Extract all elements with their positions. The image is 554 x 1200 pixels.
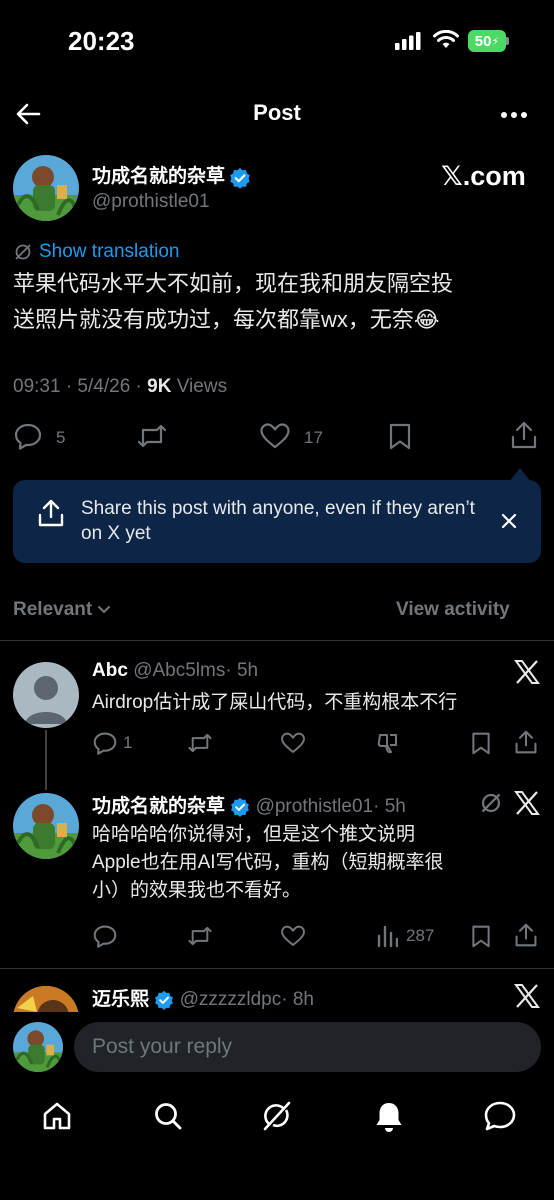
analytics-icon[interactable] [376,924,398,948]
cellular-signal-icon [395,32,421,50]
post-text-line: 苹果代码水平大不如前，现在我和朋友隔空投 [13,271,454,296]
reply-author-handle[interactable]: @zzzzzldpc [180,989,282,1010]
bookmark-icon[interactable] [470,924,492,948]
battery-indicator: 50 ⚡ [468,30,506,52]
reply-author-handle[interactable]: @Abc5lms [133,660,225,681]
show-translation-link[interactable]: Show translation [39,241,179,263]
reply-text-line: Apple也在用AI写代码，重构（短期概率很 [92,852,444,873]
x-logo-icon [514,660,540,684]
share-icon[interactable] [510,420,538,450]
divider [0,968,554,969]
composer-avatar [13,1022,63,1072]
post-time: 09:31 · 5/4/26 · [13,376,148,397]
post-text: 苹果代码水平大不如前，现在我和朋友隔空投 送照片就没有成功过，每次都靠wx，无奈… [13,266,533,338]
reply-avatar-default[interactable] [13,662,79,728]
views-count: 9K [147,376,172,397]
reply-author-name[interactable]: 迈乐熙 [92,989,149,1010]
share-banner-icon [37,498,65,528]
x-logo-icon [514,791,540,815]
wifi-icon [433,30,459,50]
reply-header[interactable]: 功成名就的杂草 @prothistle01· 5h [92,791,406,818]
repost-icon[interactable] [187,924,213,948]
like-icon[interactable] [280,731,306,755]
downvote-icon[interactable] [375,731,401,755]
reply-author-name[interactable]: 功成名就的杂草 [92,796,225,817]
bookmark-icon[interactable] [387,422,413,450]
author-handle[interactable]: @prothistle01 [92,191,210,213]
reply-time: · 5h [225,660,259,681]
views-label: Views [171,376,228,397]
like-icon[interactable] [280,924,306,948]
bookmark-icon[interactable] [470,731,492,755]
like-count: 17 [304,428,323,447]
reply-icon[interactable] [92,731,118,755]
chevron-down-icon [97,605,111,615]
reply-author-name[interactable]: Abc [92,660,128,681]
home-icon[interactable] [41,1100,73,1132]
more-options-icon[interactable] [500,111,528,119]
post-text-line: 送照片就没有成功过，每次都靠wx，无奈😂 [13,307,440,332]
reply-input[interactable]: Post your reply [74,1022,541,1072]
verified-badge-icon [154,990,174,1010]
messages-icon[interactable] [483,1100,517,1132]
sort-dropdown[interactable]: Relevant [13,599,111,621]
page-title: Post [253,100,301,125]
reply-text-line: 哈哈哈哈你说得对，但是这个推文说明 [92,824,416,845]
author-name[interactable]: 功成名就的杂草 [92,166,225,187]
divider [0,640,554,641]
reply-header[interactable]: 迈乐熙 @zzzzzldpc· 8h [92,984,314,1011]
notifications-bell-icon[interactable] [373,1100,405,1134]
close-icon[interactable] [501,513,517,529]
sort-label[interactable]: Relevant [13,599,92,620]
reply-text: 哈哈哈哈你说得对，但是这个推文说明 Apple也在用AI写代码，重构（短期概率很… [92,821,444,905]
battery-cap [506,37,509,45]
translate-icon[interactable] [480,792,502,814]
share-icon[interactable] [514,729,538,755]
reply-avatar[interactable] [13,793,79,859]
like-icon[interactable] [259,422,291,450]
reply-author-handle[interactable]: @prothistle01 [256,796,374,817]
views-count: 287 [406,926,435,945]
grok-icon[interactable] [261,1100,293,1132]
reply-text-line: 小）的效果我也不看好。 [92,880,302,901]
reply-count: 5 [56,428,66,447]
reply-icon[interactable] [92,924,118,948]
translate-icon [14,243,32,261]
thread-line [45,730,47,790]
x-logo-icon [514,984,540,1008]
search-icon[interactable] [152,1100,184,1132]
share-banner-text: Share this post with anyone, even if the… [81,498,475,544]
battery-level: 50 [474,32,492,50]
post-meta: 09:31 · 5/4/26 · 9K Views [13,376,227,398]
status-time: 20:23 [68,26,135,56]
repost-icon[interactable] [187,731,213,755]
source-badge: 𝕏.com [441,161,526,191]
reply-count: 1 [123,733,133,752]
reply-header[interactable]: Abc @Abc5lms· 5h [92,660,258,682]
view-activity-link[interactable]: View activity [396,599,510,621]
verified-badge-icon [229,167,251,189]
verified-badge-icon [230,797,250,817]
reply-icon[interactable] [13,422,43,450]
repost-icon[interactable] [136,422,168,450]
reply-time: · 5h [373,796,406,817]
author-avatar[interactable] [13,155,79,221]
author-name-row[interactable]: 功成名就的杂草 [92,161,251,189]
reply-time: · 8h [281,989,314,1010]
reply-text: Airdrop估计成了屎山代码，不重构根本不行 [92,692,458,713]
share-icon[interactable] [514,922,538,948]
